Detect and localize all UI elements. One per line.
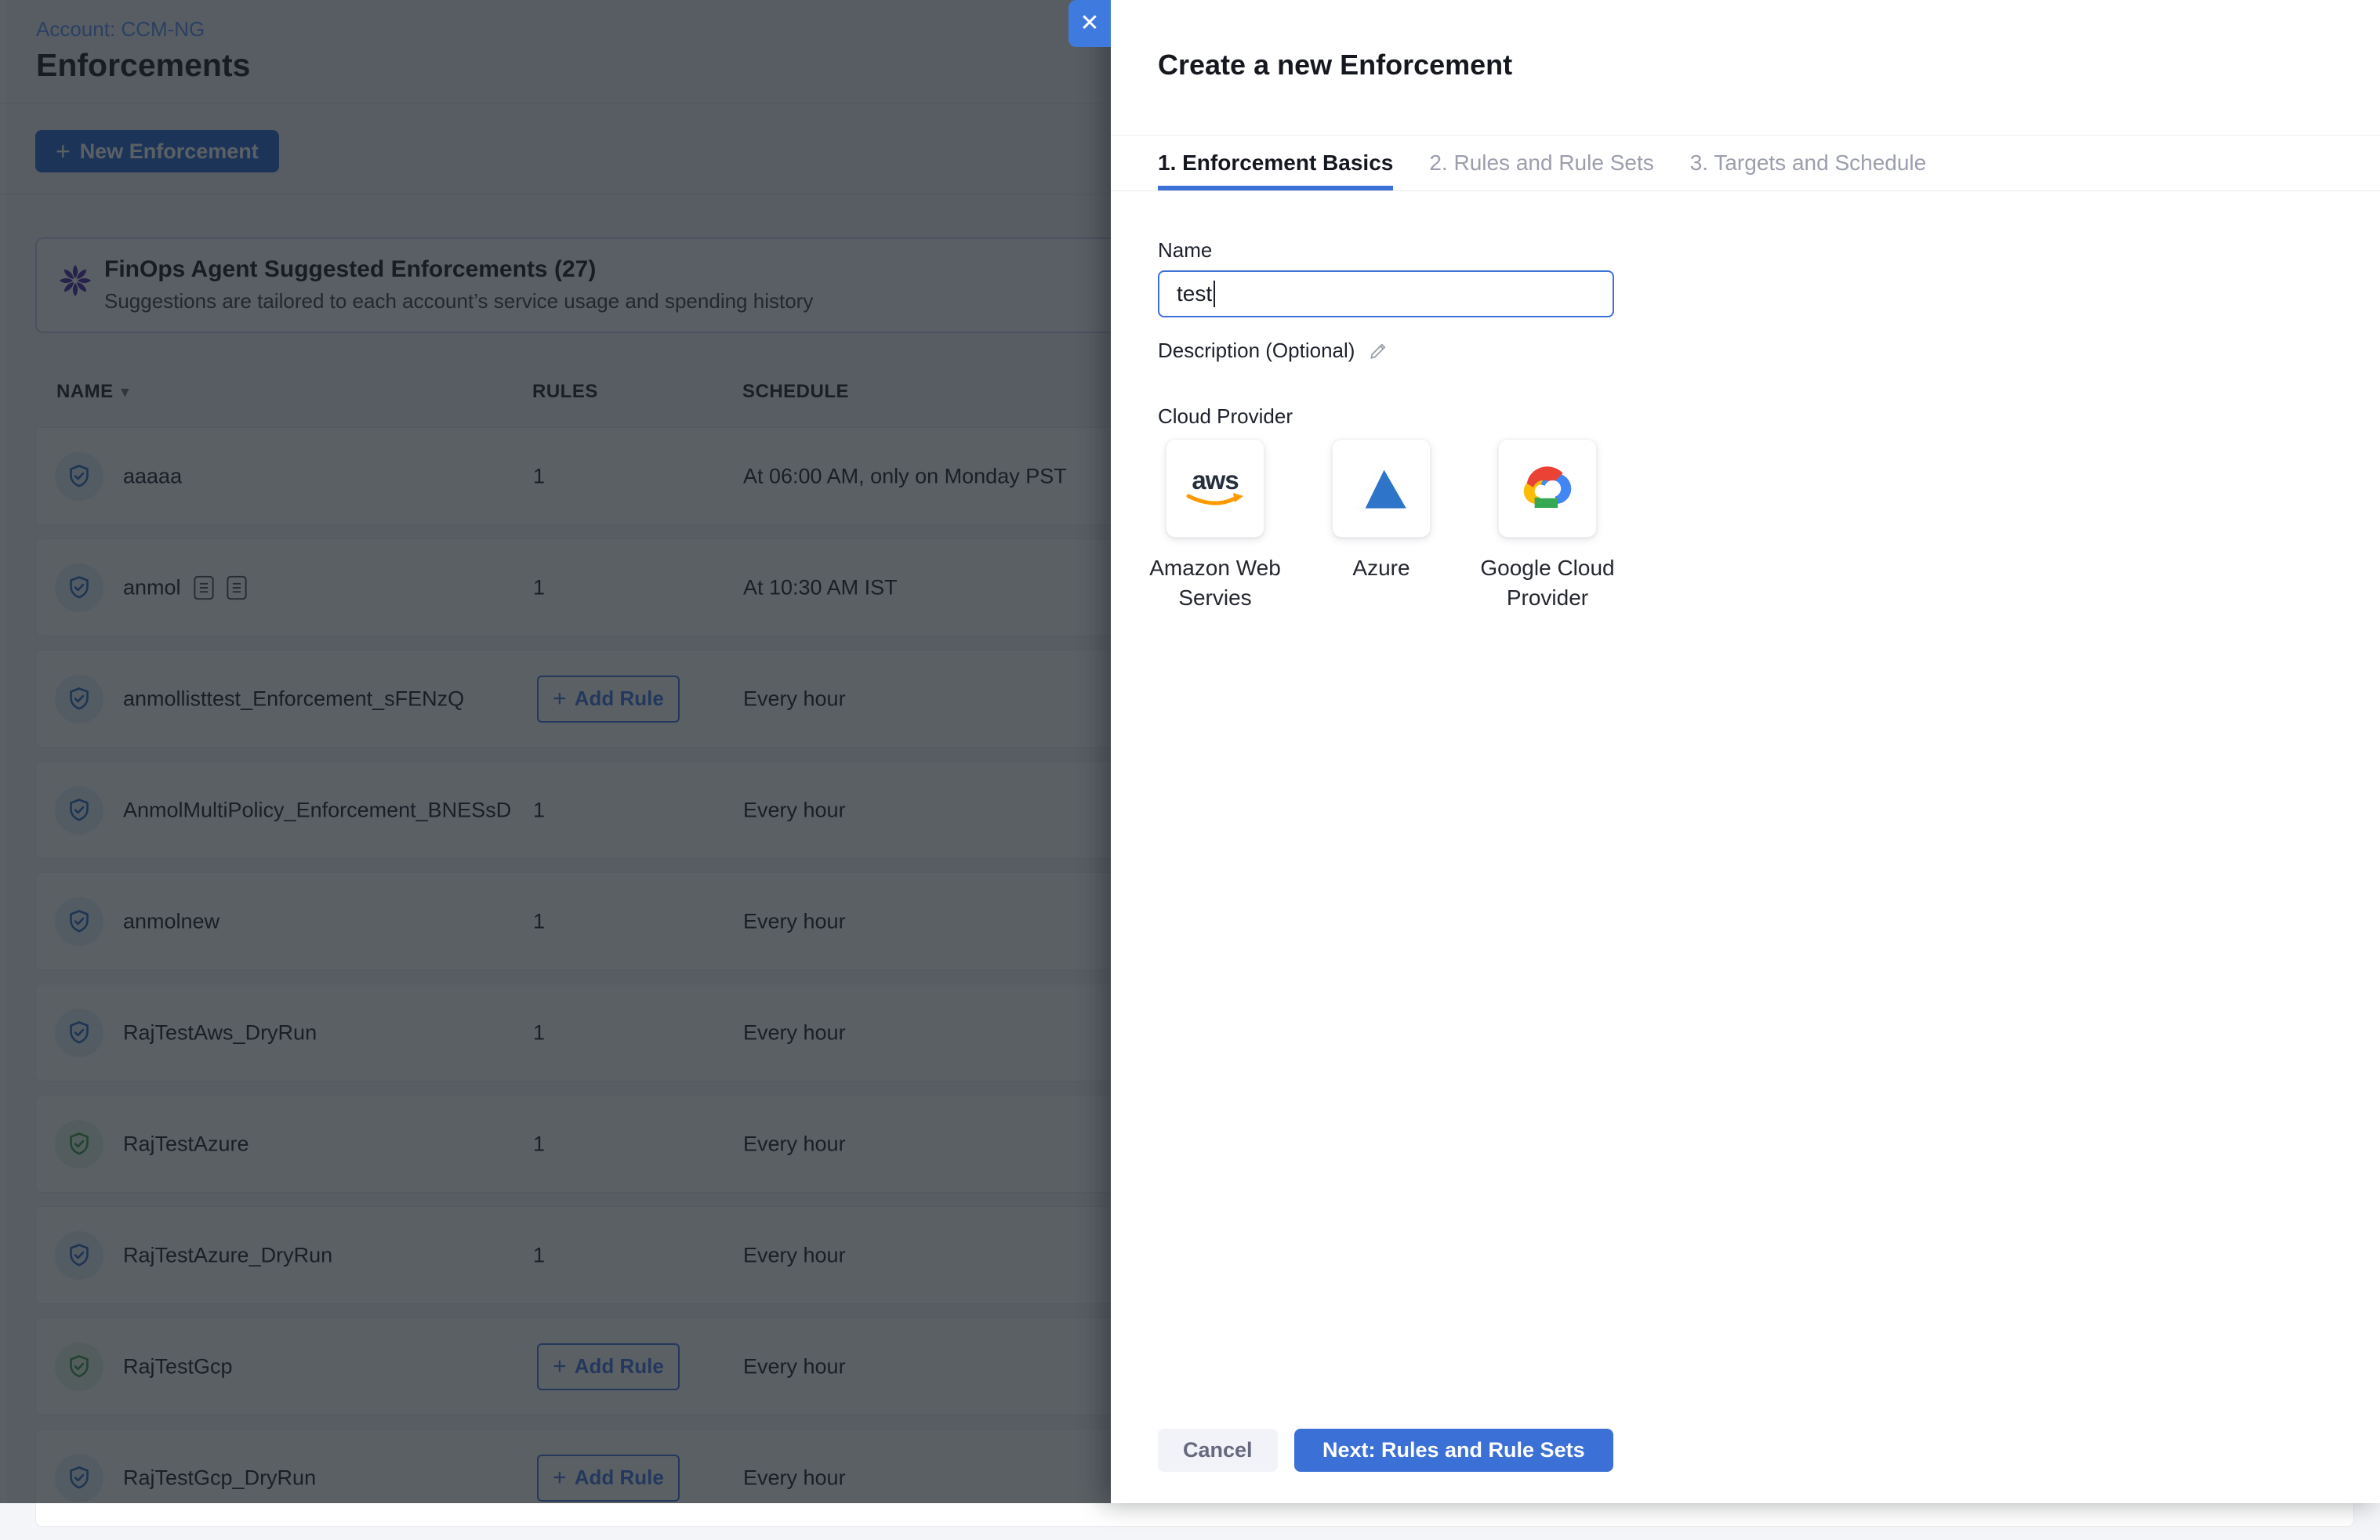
cancel-button[interactable]: Cancel [1158,1429,1278,1472]
gcp-logo-icon [1519,464,1576,513]
aws-logo-icon: aws [1180,465,1250,513]
close-icon: ✕ [1079,12,1099,35]
name-input[interactable]: test [1158,270,1614,317]
svg-text:aws: aws [1192,466,1238,495]
cloud-provider-label: Cloud Provider [1158,404,1293,429]
text-caret [1214,281,1215,307]
create-enforcement-drawer: ✕ Create a new Enforcement 1. Enforcemen… [1111,0,2380,1503]
description-label: Description (Optional) [1158,339,1355,363]
close-drawer-button[interactable]: ✕ [1068,0,1111,47]
azure-logo-icon [1356,465,1406,513]
provider-card-azure[interactable]: Azure [1332,439,1431,538]
provider-label-gcp: Google Cloud Provider [1422,553,1673,613]
drawer-title: Create a new Enforcement [1158,49,1512,82]
tab-rules-and-rule-sets[interactable]: 2. Rules and Rule Sets [1429,136,1653,190]
name-input-value: test [1177,281,1212,306]
name-label: Name [1158,238,1212,263]
provider-card-aws[interactable]: aws Amazon Web Servies [1166,439,1264,538]
edit-pencil-icon[interactable] [1367,340,1389,362]
provider-card-gcp[interactable]: Google Cloud Provider [1498,439,1597,538]
wizard-tabs: 1. Enforcement Basics 2. Rules and Rule … [1111,135,2380,191]
tab-targets-and-schedule[interactable]: 3. Targets and Schedule [1690,136,1926,190]
modal-scrim[interactable] [0,0,1111,1503]
tab-enforcement-basics[interactable]: 1. Enforcement Basics [1158,136,1393,190]
next-rules-button[interactable]: Next: Rules and Rule Sets [1294,1429,1613,1472]
cloud-provider-cards: aws Amazon Web Servies [1166,439,1597,538]
